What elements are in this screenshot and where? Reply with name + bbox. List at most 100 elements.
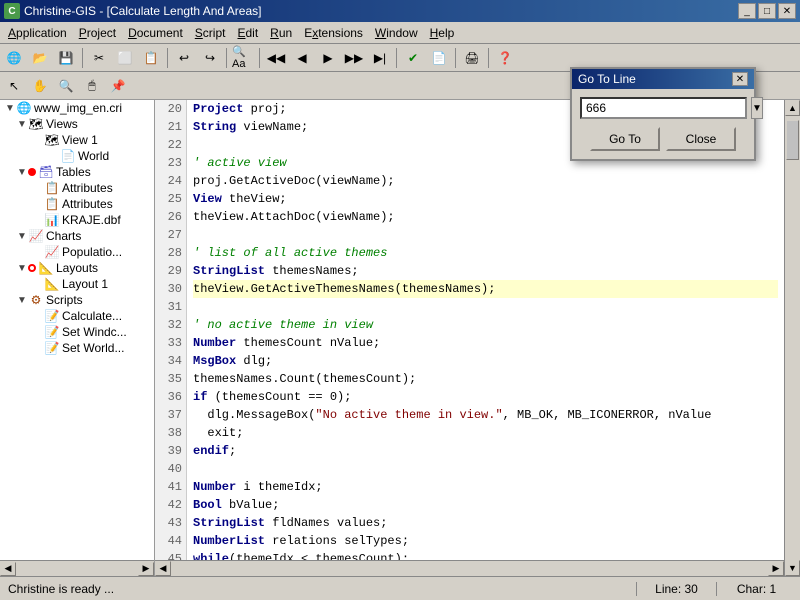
tree-label-layouts: Layouts bbox=[56, 261, 98, 275]
tree-item-layouts[interactable]: ▼ 📐 Layouts bbox=[0, 260, 154, 276]
menu-application[interactable]: Application bbox=[2, 24, 73, 42]
btn-check[interactable]: ✔ bbox=[401, 47, 425, 69]
btn-undo[interactable]: ↩ bbox=[172, 47, 196, 69]
tables-icon: 🗃 bbox=[38, 165, 54, 179]
tree-item-tables[interactable]: ▼ 🗃 Tables bbox=[0, 164, 154, 180]
goto-dropdown-btn[interactable]: ▼ bbox=[751, 97, 763, 119]
btn-help[interactable]: ❓ bbox=[493, 47, 517, 69]
tree-item-setworld[interactable]: 📝 Set World... bbox=[0, 340, 154, 356]
menu-window[interactable]: Window bbox=[369, 24, 424, 42]
close-button[interactable]: ✕ bbox=[778, 3, 796, 19]
btn-cut[interactable]: ✂ bbox=[87, 47, 111, 69]
sep7 bbox=[488, 48, 489, 68]
tree-item-setwindc[interactable]: 📝 Set Windc... bbox=[0, 324, 154, 340]
restore-button[interactable]: □ bbox=[758, 3, 776, 19]
tree-item-calc[interactable]: 📝 Calculate... bbox=[0, 308, 154, 324]
tree-label-setworld: Set World... bbox=[62, 341, 124, 355]
sidebar-hscrollbar[interactable]: ◀ ▶ bbox=[0, 560, 154, 576]
btn-last[interactable]: ▶| bbox=[368, 47, 392, 69]
btn-cursor[interactable]: 🖱 bbox=[80, 75, 104, 97]
btn-copy[interactable]: ⬜ bbox=[113, 47, 137, 69]
btn-save[interactable]: 💾 bbox=[54, 47, 78, 69]
btn-hand[interactable]: ✋ bbox=[28, 75, 52, 97]
goto-line-input[interactable] bbox=[580, 97, 747, 119]
vscroll-up-btn[interactable]: ▲ bbox=[785, 100, 800, 116]
close-dialog-button[interactable]: Close bbox=[666, 127, 736, 151]
sep1 bbox=[82, 48, 83, 68]
tree-item-view1[interactable]: 🗺 View 1 bbox=[0, 132, 154, 148]
sidebar-scroll-right[interactable]: ▶ bbox=[138, 562, 154, 576]
tree-toggle-root[interactable]: ▼ bbox=[4, 103, 16, 114]
code-line-40 bbox=[193, 460, 778, 478]
dialog-buttons: Go To Close bbox=[580, 127, 746, 151]
menu-edit[interactable]: Edit bbox=[231, 24, 264, 42]
tree-toggle-scripts[interactable]: ▼ bbox=[16, 295, 28, 306]
tree-item-kraje[interactable]: 📊 KRAJE.dbf bbox=[0, 212, 154, 228]
menu-script[interactable]: Script bbox=[189, 24, 232, 42]
tree-toggle-charts[interactable]: ▼ bbox=[16, 231, 28, 242]
tree-toggle-layouts[interactable]: ▼ bbox=[16, 263, 28, 274]
goto-button[interactable]: Go To bbox=[590, 127, 660, 151]
btn-arrow[interactable]: ↖ bbox=[2, 75, 26, 97]
btn-prev[interactable]: ◀ bbox=[290, 47, 314, 69]
dialog-close-button[interactable]: ✕ bbox=[732, 72, 748, 86]
tables-breakpoint bbox=[28, 168, 36, 176]
hscroll-track[interactable] bbox=[171, 561, 768, 576]
btn-zoom[interactable]: 🔍 bbox=[54, 75, 78, 97]
menu-help[interactable]: Help bbox=[424, 24, 461, 42]
sep2 bbox=[167, 48, 168, 68]
tree-item-views[interactable]: ▼ 🗺 Views bbox=[0, 116, 154, 132]
btn-redo[interactable]: ↪ bbox=[198, 47, 222, 69]
btn-open[interactable]: 📂 bbox=[28, 47, 52, 69]
code-line-34: MsgBox dlg; bbox=[193, 352, 778, 370]
btn-print[interactable]: 🖨 bbox=[460, 47, 484, 69]
menu-extensions[interactable]: Extensions bbox=[298, 24, 369, 42]
tree-toggle-tables[interactable]: ▼ bbox=[16, 167, 28, 178]
window-controls: _ □ ✕ bbox=[738, 3, 796, 19]
tree-item-world[interactable]: 📄 World bbox=[0, 148, 154, 164]
hscroll-left-btn[interactable]: ◀ bbox=[155, 561, 171, 576]
goto-dialog[interactable]: Go To Line ✕ ▼ Go To Close bbox=[570, 67, 756, 161]
sep3 bbox=[226, 48, 227, 68]
tree-item-root[interactable]: ▼ 🌐 www_img_en.cri bbox=[0, 100, 154, 116]
tree-item-attr2[interactable]: 📋 Attributes bbox=[0, 196, 154, 212]
btn-pin[interactable]: 📌 bbox=[106, 75, 130, 97]
sep4 bbox=[259, 48, 260, 68]
tree-item-pop[interactable]: 📈 Populatio... bbox=[0, 244, 154, 260]
tree-item-layout1[interactable]: 📐 Layout 1 bbox=[0, 276, 154, 292]
code-editor[interactable]: 20 21 22 23 24 25 26 27 28 29 30 31 32 3… bbox=[155, 100, 784, 560]
sidebar-scroll-left[interactable]: ◀ bbox=[0, 562, 16, 576]
menu-project[interactable]: Project bbox=[73, 24, 122, 42]
code-line-37: dlg.MessageBox("No active theme in view.… bbox=[193, 406, 778, 424]
dialog-body: ▼ Go To Close bbox=[572, 89, 754, 159]
menu-run[interactable]: Run bbox=[264, 24, 298, 42]
dialog-input-row: ▼ bbox=[580, 97, 746, 119]
menu-document[interactable]: Document bbox=[122, 24, 189, 42]
tree-view[interactable]: ▼ 🌐 www_img_en.cri ▼ 🗺 Views 🗺 View 1 bbox=[0, 100, 154, 560]
vscroll-track[interactable] bbox=[785, 116, 800, 560]
btn-globe[interactable]: 🌐 bbox=[2, 47, 26, 69]
btn-find[interactable]: 🔍Aa bbox=[231, 47, 255, 69]
btn-doc2[interactable]: 📄 bbox=[427, 47, 451, 69]
btn-prev-prev[interactable]: ◀◀ bbox=[264, 47, 288, 69]
tree-label-pop: Populatio... bbox=[62, 245, 122, 259]
tree-toggle-views[interactable]: ▼ bbox=[16, 119, 28, 130]
code-line-29: StringList themesNames; bbox=[193, 262, 778, 280]
vscrollbar[interactable]: ▲ ▼ bbox=[784, 100, 800, 576]
tree-item-scripts[interactable]: ▼ ⚙ Scripts bbox=[0, 292, 154, 308]
btn-paste[interactable]: 📋 bbox=[139, 47, 163, 69]
pop-icon: 📈 bbox=[44, 245, 60, 259]
tree-label-calc: Calculate... bbox=[62, 309, 122, 323]
tree-item-attr1[interactable]: 📋 Attributes bbox=[0, 180, 154, 196]
btn-next[interactable]: ▶ bbox=[316, 47, 340, 69]
vscroll-down-btn[interactable]: ▼ bbox=[785, 560, 800, 576]
view1-icon: 🗺 bbox=[44, 133, 60, 147]
charts-icon: 📈 bbox=[28, 229, 44, 243]
vscroll-thumb[interactable] bbox=[786, 120, 799, 160]
btn-next-next[interactable]: ▶▶ bbox=[342, 47, 366, 69]
sep6 bbox=[455, 48, 456, 68]
minimize-button[interactable]: _ bbox=[738, 3, 756, 19]
hscrollbar[interactable]: ◀ ▶ bbox=[155, 560, 784, 576]
hscroll-right-btn[interactable]: ▶ bbox=[768, 561, 784, 576]
tree-item-charts[interactable]: ▼ 📈 Charts bbox=[0, 228, 154, 244]
